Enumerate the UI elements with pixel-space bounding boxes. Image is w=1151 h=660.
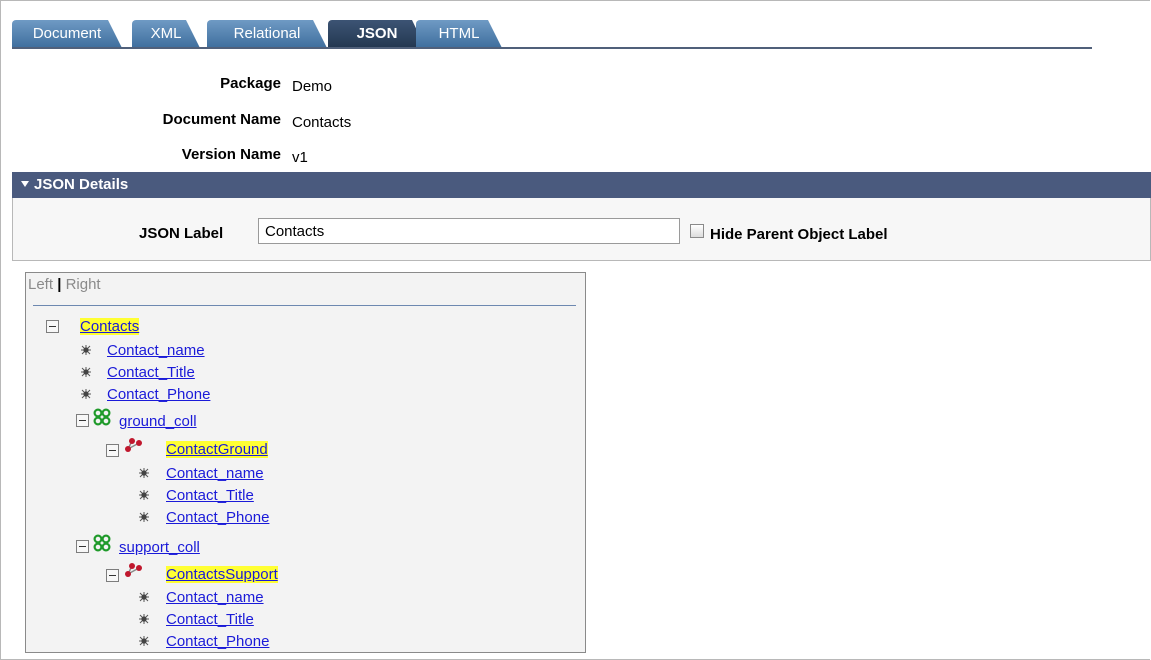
collection-link[interactable]: support_coll [119,539,200,556]
package-label: Package [220,75,281,92]
tree-node-field: Contact_Phone [166,509,269,527]
field-icon [138,591,150,603]
field-link[interactable]: Contact_Phone [166,633,269,650]
collection-icon [93,534,111,552]
collapse-support-coll-icon[interactable] [76,540,89,553]
json-label-input[interactable] [258,218,680,244]
field-link[interactable]: Contact_Title [166,611,254,628]
collapse-contactground-icon[interactable] [106,444,119,457]
collapse-contactssupport-icon[interactable] [106,569,119,582]
tab-html[interactable]: HTML [416,20,502,48]
right-link[interactable]: Right [66,276,101,293]
json-details-header[interactable]: JSON Details [12,172,1151,198]
object-link[interactable]: ContactsSupport [166,566,278,583]
tree-node-object: ContactsSupport [166,566,278,584]
tree-node-field: Contact_Title [166,611,254,629]
tree-node-root: Contacts [80,318,140,336]
field-icon [80,344,92,356]
field-icon [138,467,150,479]
tree-node-field: Contact_Title [107,364,195,382]
version-name-label: Version Name [181,146,281,163]
tab-json[interactable]: JSON [328,20,426,49]
object-icon [124,562,142,578]
tree-node-field: Contact_name [166,589,264,607]
field-link[interactable]: Contact_Title [166,487,254,504]
hide-parent-checkbox[interactable] [690,224,704,238]
tree-node-field: Contact_name [107,342,205,360]
field-link[interactable]: Contact_name [107,342,205,359]
tree-node-field: Contact_Phone [166,633,269,651]
tree-node-collection: support_coll [119,539,200,557]
collapse-triangle-icon[interactable] [21,181,29,187]
left-link[interactable]: Left [28,276,53,293]
field-icon [138,635,150,647]
field-icon [80,388,92,400]
field-link[interactable]: Contact_name [166,465,264,482]
package-value: Demo [292,78,333,95]
json-details-title: JSON Details [34,176,129,193]
json-label-label: JSON Label [139,225,224,242]
version-name-value: v1 [292,149,308,166]
tree-node-field: Contact_Phone [107,386,210,404]
field-icon [138,511,150,523]
document-name-label: Document Name [162,111,281,128]
field-link[interactable]: Contact_name [166,589,264,606]
field-icon [80,366,92,378]
collapse-ground-coll-icon[interactable] [76,414,89,427]
field-icon [138,489,150,501]
object-link[interactable]: ContactGround [166,441,268,458]
tree-node-collection: ground_coll [119,413,197,431]
tree-divider [33,305,576,306]
hide-parent-label: Hide Parent Object Label [710,226,888,243]
collection-icon [93,408,111,426]
tab-underline [12,47,1092,49]
field-link[interactable]: Contact_Title [107,364,195,381]
left-right-separator: | [57,276,62,293]
collection-link[interactable]: ground_coll [119,413,197,430]
collapse-contacts-icon[interactable] [46,320,59,333]
tree-node-field: Contact_Title [166,487,254,505]
tree-node-object: ContactGround [166,441,268,459]
root-object-link[interactable]: Contacts [80,318,140,335]
document-name-value: Contacts [292,114,352,131]
object-icon [124,437,142,453]
tab-relational[interactable]: Relational [207,20,327,48]
field-link[interactable]: Contact_Phone [166,509,269,526]
left-right-toggle: Left | Right [28,276,101,293]
field-icon [138,613,150,625]
tree-node-field: Contact_name [166,465,264,483]
field-link[interactable]: Contact_Phone [107,386,210,403]
tab-document[interactable]: Document [12,20,122,48]
